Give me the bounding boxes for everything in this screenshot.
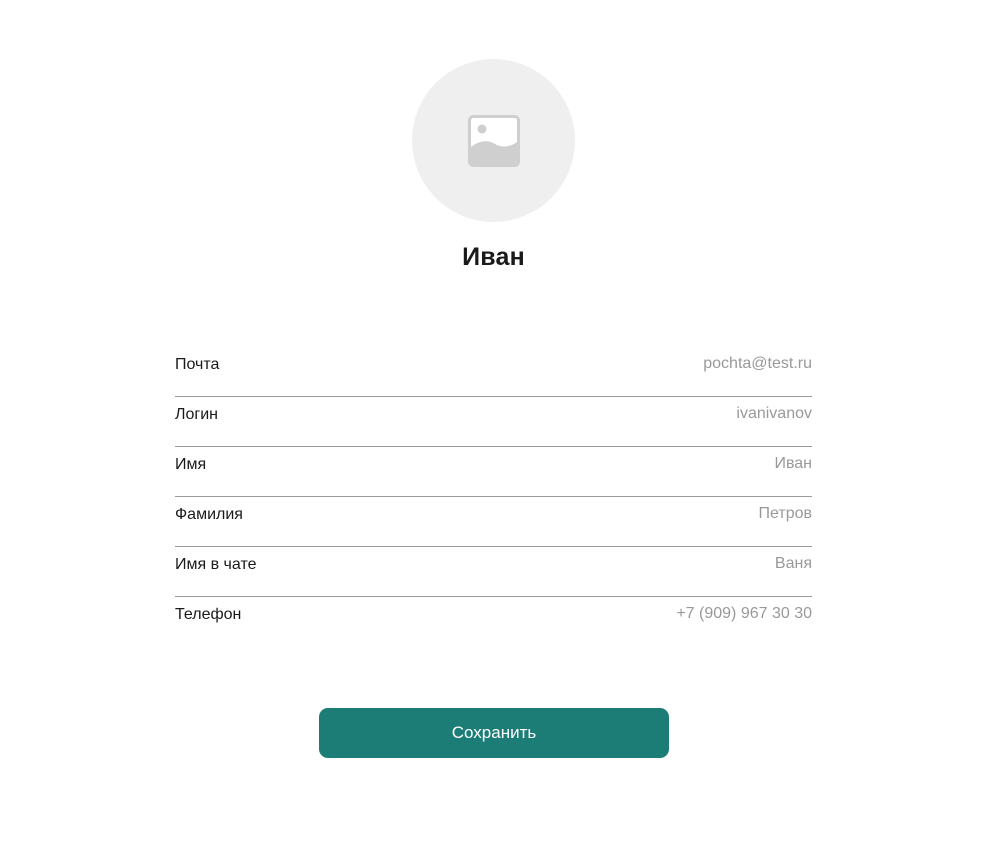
first-name-field[interactable] — [412, 453, 812, 475]
field-label-display-name: Имя в чате — [175, 556, 257, 573]
field-row-display-name: Имя в чате — [175, 547, 812, 597]
field-label-login: Логин — [175, 406, 219, 423]
phone-field[interactable] — [412, 603, 812, 625]
field-row-phone: Телефон — [175, 597, 812, 647]
email-field[interactable] — [412, 353, 812, 375]
profile-name: Иван — [462, 243, 525, 271]
profile-fields: Почта Логин Имя Фамилия Имя в чате Телеф… — [175, 347, 812, 647]
field-label-last-name: Фамилия — [175, 506, 243, 523]
avatar[interactable] — [412, 59, 575, 222]
field-label-email: Почта — [175, 356, 220, 373]
last-name-field[interactable] — [412, 503, 812, 525]
field-row-first-name: Имя — [175, 447, 812, 497]
field-row-login: Логин — [175, 397, 812, 447]
field-row-email: Почта — [175, 347, 812, 397]
image-placeholder-icon — [467, 114, 520, 167]
field-row-last-name: Фамилия — [175, 497, 812, 547]
field-label-phone: Телефон — [175, 606, 242, 623]
login-field[interactable] — [412, 403, 812, 425]
field-label-first-name: Имя — [175, 456, 207, 473]
display-name-field[interactable] — [412, 553, 812, 575]
save-button[interactable]: Сохранить — [319, 708, 669, 758]
